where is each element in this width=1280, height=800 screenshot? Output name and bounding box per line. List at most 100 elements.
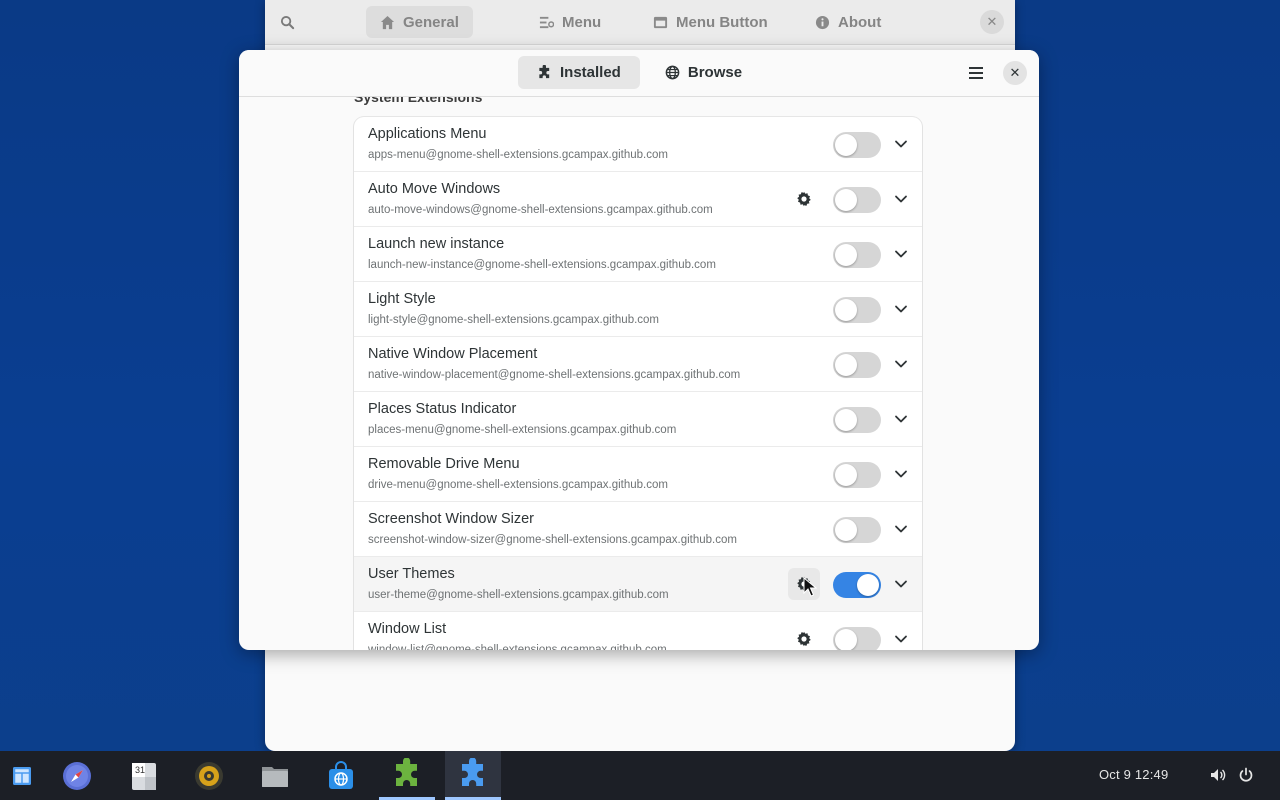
home-icon: [380, 15, 395, 29]
extension-row[interactable]: Applications Menu apps-menu@gnome-shell-e…: [354, 117, 922, 172]
search-icon[interactable]: [278, 13, 296, 31]
calendar-icon[interactable]: 31: [115, 751, 171, 800]
taskbar: 31 Oct 9 12:49: [0, 751, 1280, 800]
enable-switch[interactable]: [833, 517, 881, 543]
switch-knob: [835, 299, 857, 321]
enable-switch[interactable]: [833, 627, 881, 650]
chevron-down-icon[interactable]: [891, 464, 911, 484]
extension-uuid: user-theme@gnome-shell-extensions.gcampa…: [368, 589, 669, 601]
extension-name: Auto Move Windows: [368, 181, 501, 197]
extension-name: Window List: [368, 621, 447, 637]
tab-browse[interactable]: Browse: [646, 56, 761, 89]
puzzle-green-icon[interactable]: [379, 751, 435, 800]
extension-row[interactable]: Auto Move Windows auto-move-windows@gnome…: [354, 172, 922, 227]
extension-name: Launch new instance: [368, 236, 505, 252]
chevron-down-icon[interactable]: [891, 574, 911, 594]
gear-icon[interactable]: [788, 623, 820, 650]
puzzle-icon: [539, 65, 550, 79]
enable-switch[interactable]: [833, 132, 881, 158]
extension-uuid: native-window-placement@gnome-shell-exte…: [368, 369, 741, 381]
enable-switch[interactable]: [833, 187, 881, 213]
tab-label: Menu Button: [676, 13, 768, 31]
extension-row[interactable]: Native Window Placement native-window-pla…: [354, 337, 922, 392]
chevron-down-icon[interactable]: [891, 409, 911, 429]
extension-row[interactable]: Window List window-list@gnome-shell-exten…: [354, 612, 922, 650]
extension-row[interactable]: Places Status Indicator places-menu@gnome…: [354, 392, 922, 447]
app-grid-icon[interactable]: [0, 751, 44, 800]
enable-switch[interactable]: [833, 572, 881, 598]
extension-name: User Themes: [368, 566, 455, 582]
enable-switch[interactable]: [833, 242, 881, 268]
tab-menu-button[interactable]: Menu Button: [639, 6, 782, 38]
extension-row[interactable]: Removable Drive Menu drive-menu@gnome-she…: [354, 447, 922, 502]
extension-name: Light Style: [368, 291, 436, 307]
tab-installed[interactable]: Installed: [518, 56, 640, 89]
mouse-cursor-icon: [803, 577, 817, 597]
volume-icon[interactable]: [1210, 767, 1226, 783]
speaker-icon[interactable]: [181, 751, 237, 800]
chevron-down-icon[interactable]: [891, 244, 911, 264]
switch-knob: [835, 134, 857, 156]
close-icon[interactable]: ✕: [1003, 61, 1027, 85]
extension-uuid: launch-new-instance@gnome-shell-extensio…: [368, 259, 716, 271]
compass-icon[interactable]: [49, 751, 105, 800]
enable-switch[interactable]: [833, 462, 881, 488]
folder-icon[interactable]: [247, 751, 303, 800]
extensions-content[interactable]: System Extensions Applications Menu apps-…: [239, 97, 1039, 650]
tab-label: General: [403, 13, 459, 31]
shopping-bag-icon[interactable]: [313, 751, 369, 800]
extension-name: Places Status Indicator: [368, 401, 517, 417]
section-title: System Extensions: [354, 97, 483, 105]
extension-uuid: window-list@gnome-shell-extensions.gcamp…: [368, 644, 667, 650]
extension-name: Removable Drive Menu: [368, 456, 520, 472]
clock[interactable]: Oct 9 12:49: [1099, 767, 1168, 782]
view-switcher: Installed Browse: [518, 56, 761, 89]
gear-icon[interactable]: [788, 183, 820, 215]
tab-label: Menu: [562, 13, 602, 31]
chevron-down-icon[interactable]: [891, 134, 911, 154]
extension-uuid: places-menu@gnome-shell-extensions.gcamp…: [368, 424, 677, 436]
switch-knob: [835, 189, 857, 211]
extension-row[interactable]: Light Style light-style@gnome-shell-exten…: [354, 282, 922, 337]
svg-text:31: 31: [135, 765, 145, 775]
info-icon: [815, 15, 830, 29]
switch-knob: [835, 409, 857, 431]
tab-label: Installed: [560, 64, 621, 81]
tab-label: Browse: [687, 64, 743, 81]
extensions-window: Installed Browse ✕ System Extensions App…: [239, 50, 1039, 650]
hamburger-icon[interactable]: [966, 63, 986, 83]
enable-switch[interactable]: [833, 407, 881, 433]
chevron-down-icon[interactable]: [891, 519, 911, 539]
menu-list-icon: [539, 16, 554, 28]
chevron-down-icon[interactable]: [891, 189, 911, 209]
switch-knob: [835, 519, 857, 541]
globe-icon: [665, 65, 680, 80]
extension-row[interactable]: User Themes user-theme@gnome-shell-extens…: [354, 557, 922, 612]
extension-row[interactable]: Screenshot Window Sizer screenshot-window…: [354, 502, 922, 557]
header-bar: Installed Browse ✕: [239, 50, 1039, 97]
puzzle-blue-icon[interactable]: [445, 751, 501, 800]
tab-menu[interactable]: Menu: [525, 6, 615, 38]
extension-name: Native Window Placement: [368, 346, 538, 362]
switch-knob: [835, 629, 857, 650]
chevron-down-icon[interactable]: [891, 629, 911, 649]
tab-general[interactable]: General: [366, 6, 473, 38]
extension-uuid: apps-menu@gnome-shell-extensions.gcampax…: [368, 149, 668, 161]
close-icon[interactable]: ✕: [980, 10, 1004, 34]
enable-switch[interactable]: [833, 352, 881, 378]
tab-label: About: [838, 13, 882, 31]
extension-name: Screenshot Window Sizer: [368, 511, 535, 527]
extension-uuid: light-style@gnome-shell-extensions.gcamp…: [368, 314, 660, 326]
switch-knob: [835, 464, 857, 486]
window-icon: [653, 16, 668, 28]
preferences-header: General Menu Menu Button About ✕: [265, 0, 1015, 45]
extension-row[interactable]: Launch new instance launch-new-instance@g…: [354, 227, 922, 282]
power-icon[interactable]: [1238, 767, 1254, 783]
chevron-down-icon[interactable]: [891, 299, 911, 319]
switch-knob: [835, 354, 857, 376]
chevron-down-icon[interactable]: [891, 354, 911, 374]
tab-about[interactable]: About: [801, 6, 895, 38]
enable-switch[interactable]: [833, 297, 881, 323]
switch-knob: [835, 244, 857, 266]
extension-uuid: drive-menu@gnome-shell-extensions.gcampa…: [368, 479, 668, 491]
